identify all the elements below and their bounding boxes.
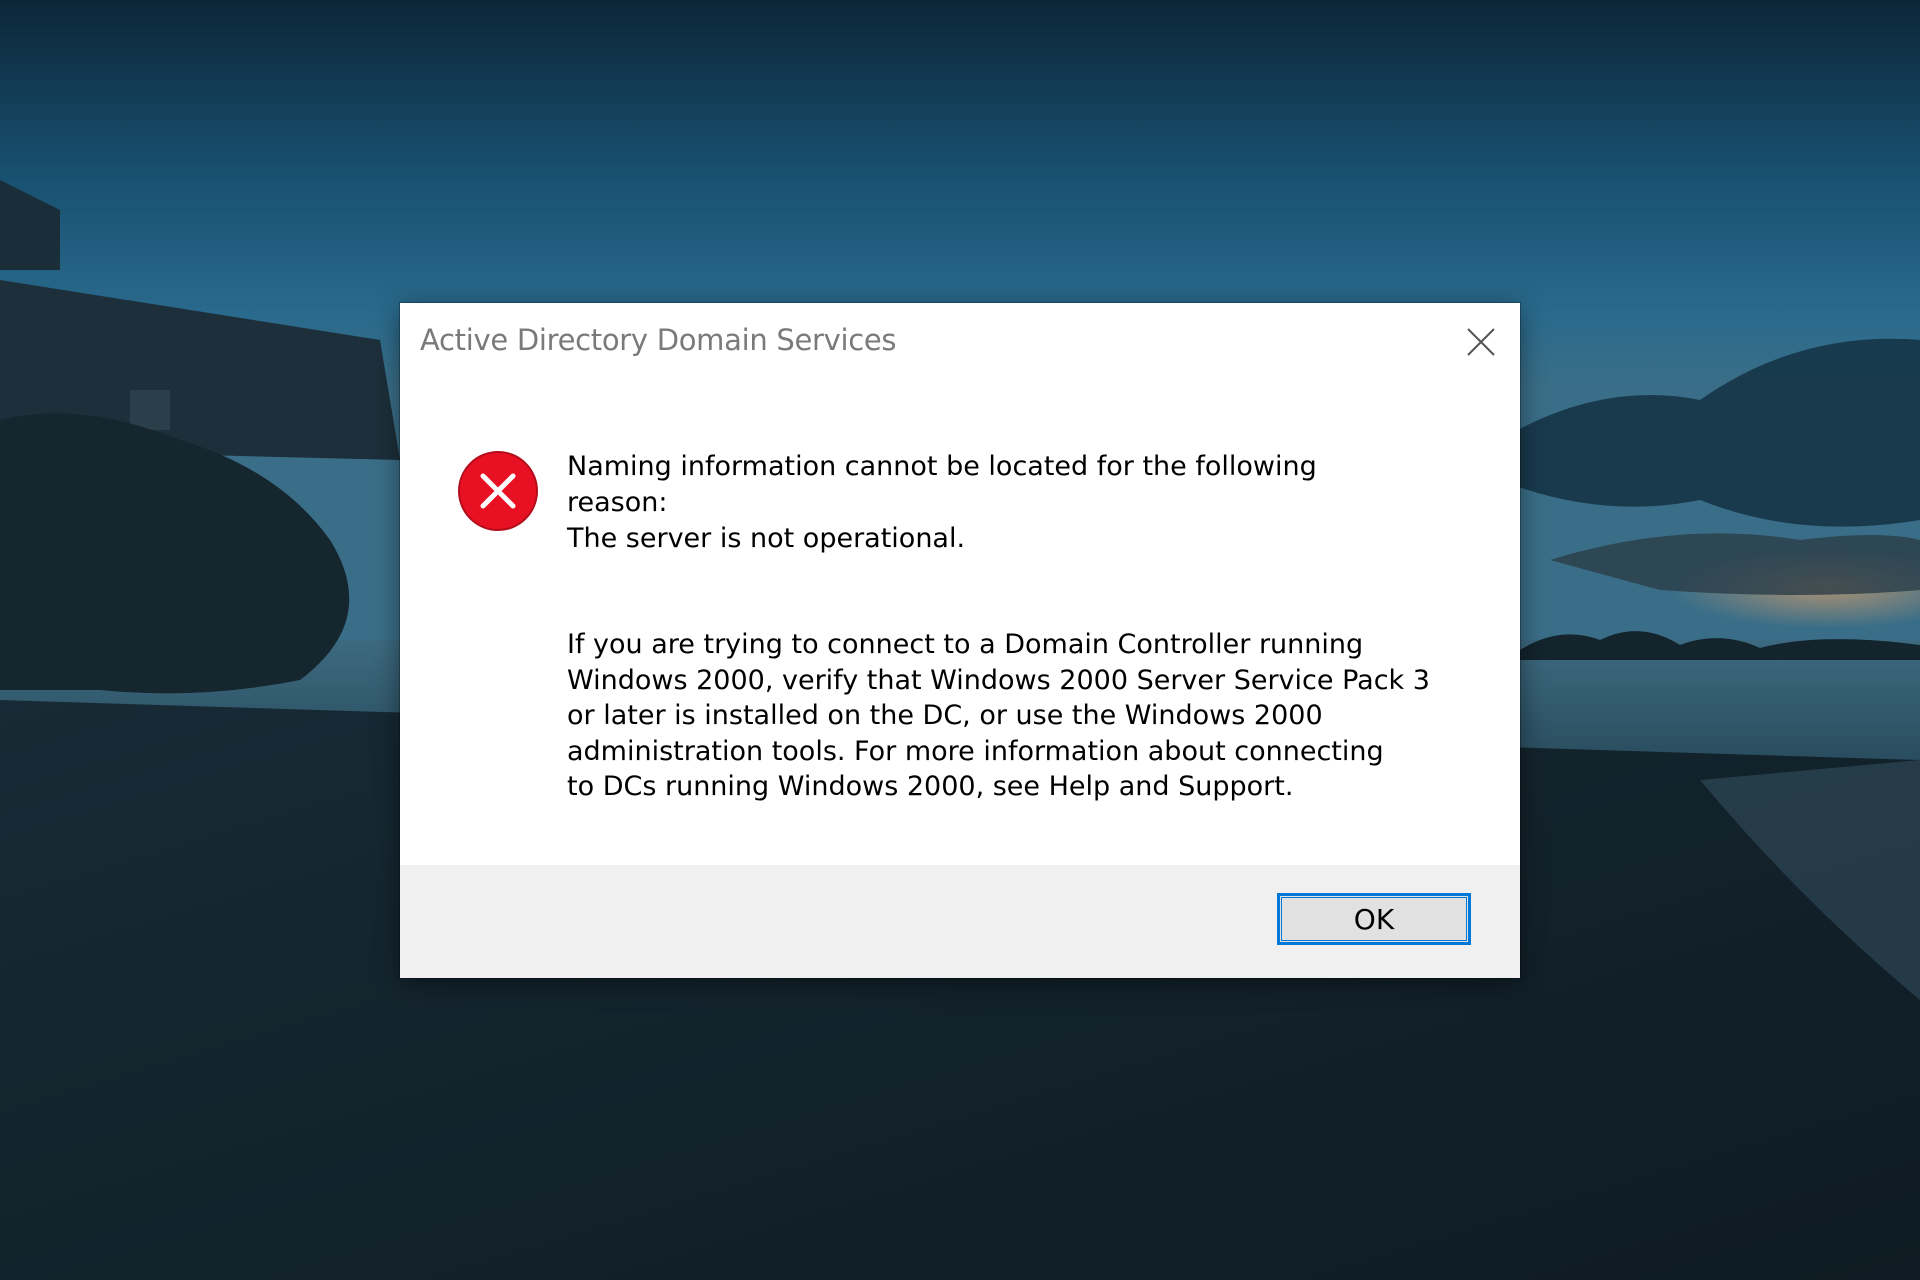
dialog-titlebar[interactable]: Active Directory Domain Services xyxy=(400,303,1520,383)
message-line: reason: xyxy=(567,487,668,518)
error-icon xyxy=(457,450,539,532)
close-icon xyxy=(1467,328,1495,356)
detail-line: to DCs running Windows 2000, see Help an… xyxy=(567,771,1294,802)
ok-button[interactable]: OK xyxy=(1277,893,1471,945)
dialog-title: Active Directory Domain Services xyxy=(420,323,897,357)
message-line: The server is not operational. xyxy=(567,523,966,554)
detail-line: administration tools. For more informati… xyxy=(567,735,1384,767)
detail-line: or later is installed on the DC, or use … xyxy=(567,700,1323,731)
close-button[interactable] xyxy=(1456,317,1506,367)
detail-line: If you are trying to connect to a Domain… xyxy=(567,629,1364,660)
detail-line: Windows 2000, verify that Windows 2000 S… xyxy=(567,664,1430,696)
message-line: Naming information cannot be located for… xyxy=(567,451,1317,482)
error-detail: If you are trying to connect to a Domain… xyxy=(567,627,1487,805)
error-message: Naming information cannot be located for… xyxy=(567,449,1467,557)
dialog-footer: OK xyxy=(400,865,1520,978)
